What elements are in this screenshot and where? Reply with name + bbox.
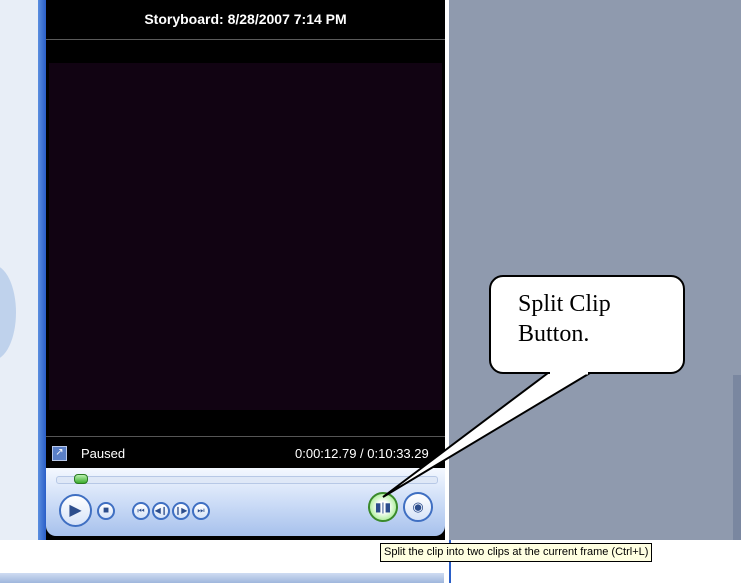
callout-arrow (382, 372, 594, 498)
callout-line-2: Button. (518, 321, 590, 347)
callout-box: Split Clip Button. (489, 275, 685, 374)
callout-line-1: Split Clip (518, 291, 611, 317)
split-tooltip: Split the clip into two clips at the cur… (380, 543, 653, 562)
